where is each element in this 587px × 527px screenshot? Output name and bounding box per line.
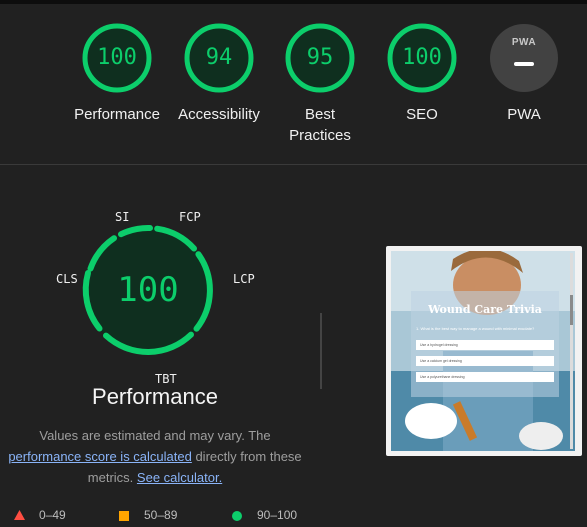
gauge-score: 100: [402, 45, 442, 70]
gauge-ring: 100: [81, 22, 153, 94]
gauge-pwa[interactable]: PWA PWA: [469, 22, 579, 125]
legend-average-range: 50–89: [144, 508, 178, 522]
quiz-option: Use a polyurethane dressing: [416, 372, 554, 382]
circle-icon: [232, 510, 242, 524]
gauge-label: SEO: [406, 106, 438, 123]
gauge-label: Accessibility: [178, 106, 260, 123]
quiz-option: Use a calcium gel dressing: [416, 356, 554, 366]
dash-icon: [514, 62, 534, 66]
gauge-ring: 94: [183, 22, 255, 94]
metric-cls: CLS: [56, 272, 78, 286]
quiz-question: 1. What is the best way to manage a woun…: [416, 326, 535, 331]
gauge-score: 100: [97, 45, 137, 70]
legend-fail-range: 0–49: [39, 508, 66, 522]
quiz-option: Use a hydrogel dressing: [416, 340, 554, 350]
pwa-badge-text: PWA: [511, 37, 537, 48]
performance-description: Values are estimated and may vary. The p…: [5, 425, 305, 488]
legend-pass-range: 90–100: [257, 508, 298, 522]
vertical-separator: [320, 313, 322, 389]
gauge-accessibility[interactable]: 94 Accessibility: [164, 22, 274, 125]
quiz-title: Wound Care Trivia: [428, 303, 542, 316]
gauge-best-practices[interactable]: 95 Best Practices: [265, 22, 375, 146]
gauge-ring: 95: [284, 22, 356, 94]
performance-gauge[interactable]: 100: [80, 222, 216, 358]
performance-title: Performance: [92, 384, 218, 409]
metric-lcp: LCP: [233, 272, 255, 286]
square-icon: [119, 510, 129, 524]
page-screenshot[interactable]: Wound Care Trivia 1. What is the best wa…: [386, 246, 582, 456]
gauge-seo[interactable]: 100 SEO: [367, 22, 477, 125]
screenshot-scrollbar: [570, 253, 573, 449]
top-bar: [0, 0, 587, 4]
description-text: Values are estimated and may vary. The: [39, 428, 271, 443]
gauge-ring: 100: [386, 22, 458, 94]
gauge-label: Best Practices: [289, 106, 351, 144]
pwa-badge-icon: PWA: [490, 24, 558, 92]
category-gauges: 100 Performance 94 Accessibility 95 Best…: [0, 22, 587, 147]
performance-score: 100: [117, 270, 179, 310]
screenshot-scrollbar-thumb: [570, 295, 573, 325]
triangle-icon: [14, 509, 25, 523]
gauge-score: 95: [306, 45, 334, 70]
gauge-performance[interactable]: 100 Performance: [62, 22, 172, 125]
metric-fcp: FCP: [179, 210, 201, 224]
gauge-label: Performance: [74, 106, 160, 123]
performance-score-link[interactable]: performance score is calculated: [8, 449, 192, 464]
gauge-score: 94: [205, 45, 233, 70]
screenshot-image: Wound Care Trivia 1. What is the best wa…: [391, 251, 575, 451]
calculator-link[interactable]: See calculator.: [137, 470, 222, 485]
gauge-label: PWA: [507, 106, 541, 123]
metric-si: SI: [115, 210, 130, 224]
score-legend: 0–49 50–89 90–100: [0, 505, 587, 525]
section-divider: [0, 164, 587, 165]
